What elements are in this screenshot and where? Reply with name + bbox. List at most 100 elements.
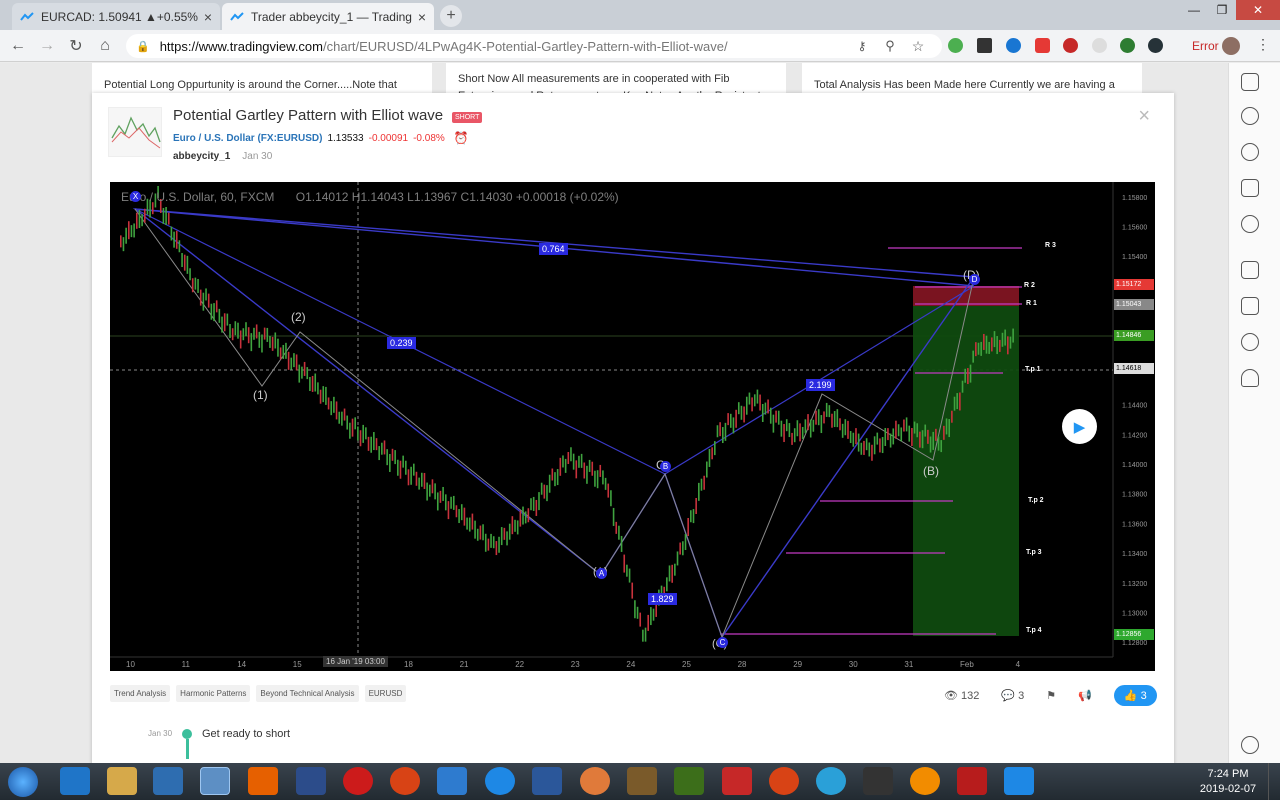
clock[interactable]: 7:24 PM 2019-02-07 <box>1188 767 1268 797</box>
address-bar[interactable]: 🔒 https://www.tradingview.com/chart/EURU… <box>126 34 942 58</box>
candle <box>402 455 404 468</box>
app-icon[interactable] <box>627 767 657 795</box>
show-desktop-button[interactable] <box>1268 763 1280 800</box>
opera-icon[interactable] <box>343 767 373 795</box>
extension-icon[interactable] <box>948 38 963 53</box>
chart-area[interactable]: 1.15800 1.15600 1.15400 1.14400 1.14200 1.140… <box>110 182 1155 671</box>
candle <box>799 423 801 442</box>
tab-close-icon[interactable]: × <box>418 9 426 25</box>
tab-eurcad[interactable]: EURCAD: 1.50941 ▲+0.55% — Un × <box>12 3 220 30</box>
idea-thumbnail[interactable] <box>108 107 162 157</box>
candle <box>743 406 745 423</box>
share-icon[interactable]: 📢 <box>1078 689 1092 702</box>
tag-item[interactable]: Trend Analysis <box>110 685 171 702</box>
app-icon[interactable] <box>296 767 326 795</box>
price-label: 1.12856 <box>1114 629 1154 640</box>
candle <box>764 402 767 415</box>
firefox-icon[interactable] <box>248 767 278 795</box>
profile-error-button[interactable]: Error <box>1186 35 1225 57</box>
candle <box>229 324 231 339</box>
tab-close-icon[interactable]: × <box>204 9 212 25</box>
app-icon[interactable] <box>910 767 940 795</box>
symbol-line: Euro / U.S. Dollar (FX:EURUSD) 1.13533 -… <box>173 131 469 145</box>
eraser-extension-icon[interactable] <box>977 38 992 53</box>
internet-explorer-icon[interactable] <box>60 767 90 795</box>
tag-item[interactable]: EURUSD <box>364 685 407 702</box>
close-icon[interactable]: × <box>1138 105 1150 128</box>
candle <box>903 419 905 432</box>
flag-icon[interactable]: ⚑ <box>1046 689 1056 702</box>
candle <box>967 368 969 385</box>
zoom-icon[interactable]: ⚲ <box>880 36 900 56</box>
avatar[interactable] <box>1222 37 1240 55</box>
start-button[interactable] <box>8 767 38 797</box>
candle <box>519 510 522 527</box>
extension-icon[interactable] <box>1148 38 1163 53</box>
chrome-icon[interactable] <box>200 767 230 795</box>
watchlist-icon[interactable] <box>1241 73 1259 91</box>
app-icon[interactable] <box>390 767 420 795</box>
app-icon[interactable] <box>722 767 752 795</box>
like-button[interactable]: 👍 3 <box>1113 685 1157 706</box>
alarm-icon[interactable]: ⏰ <box>454 131 469 145</box>
extension-icon[interactable] <box>1120 38 1135 53</box>
candle <box>237 322 239 339</box>
app-icon[interactable] <box>437 767 467 795</box>
home-icon[interactable]: ⌂ <box>95 36 115 56</box>
candle <box>636 606 639 619</box>
extension-icon[interactable] <box>1006 38 1021 53</box>
app-icon[interactable] <box>485 767 515 795</box>
maximize-button[interactable]: ❐ <box>1208 0 1236 20</box>
media-player-icon[interactable] <box>153 767 183 795</box>
app-icon[interactable] <box>580 767 610 795</box>
hotlist-icon[interactable] <box>1241 143 1259 161</box>
messenger-icon[interactable] <box>1004 767 1034 795</box>
bookmark-star-icon[interactable]: ☆ <box>908 36 928 56</box>
forward-icon[interactable]: → <box>37 36 57 56</box>
candle <box>921 430 924 449</box>
play-icon[interactable]: ▶ <box>1062 409 1097 444</box>
app-icon[interactable] <box>769 767 799 795</box>
telegram-icon[interactable] <box>816 767 846 795</box>
streams-icon[interactable] <box>1241 333 1259 351</box>
author-link[interactable]: abbeycity_1 <box>173 151 230 162</box>
candle <box>804 419 807 434</box>
symbol-link[interactable]: Euro / U.S. Dollar (FX:EURUSD) <box>173 133 322 144</box>
candle <box>892 428 895 445</box>
candle <box>756 389 759 404</box>
ideas-bulb-icon[interactable] <box>1241 215 1259 233</box>
candle <box>186 255 189 274</box>
comments-stat[interactable]: 💬 3 <box>1001 689 1024 702</box>
close-window-button[interactable]: ✕ <box>1236 0 1280 20</box>
extension-icon[interactable] <box>1063 38 1078 53</box>
reload-icon[interactable]: ↻ <box>66 36 86 56</box>
calendar-icon[interactable] <box>1241 179 1259 197</box>
notifications-bell-icon[interactable] <box>1241 369 1259 387</box>
candle <box>772 414 775 433</box>
word-icon[interactable] <box>532 767 562 795</box>
candle <box>684 533 687 550</box>
key-icon[interactable]: ⚷ <box>852 36 872 56</box>
candle <box>191 278 194 293</box>
messages-icon[interactable] <box>1241 297 1259 315</box>
candle <box>1001 332 1004 347</box>
extension-icon[interactable] <box>1092 38 1107 53</box>
help-icon[interactable] <box>1241 736 1259 754</box>
extension-icon[interactable] <box>1035 38 1050 53</box>
chat-icon[interactable] <box>1241 261 1259 279</box>
alarm-clock-icon[interactable] <box>1241 107 1259 125</box>
app-icon[interactable] <box>674 767 704 795</box>
forex-app-icon[interactable] <box>863 767 893 795</box>
file-explorer-icon[interactable] <box>107 767 137 795</box>
menu-icon[interactable]: ⋮ <box>1256 36 1270 53</box>
candle <box>298 364 301 383</box>
new-tab-button[interactable]: + <box>440 5 462 27</box>
minimize-button[interactable]: — <box>1180 0 1208 20</box>
level-label-r3: R 3 <box>1045 242 1056 249</box>
time-tick-label: 29 <box>793 660 802 669</box>
tag-item[interactable]: Beyond Technical Analysis <box>256 685 359 702</box>
pdf-reader-icon[interactable] <box>957 767 987 795</box>
tag-item[interactable]: Harmonic Patterns <box>176 685 251 702</box>
back-icon[interactable]: ← <box>8 36 28 56</box>
tab-trader-idea[interactable]: Trader abbeycity_1 — Trading Ide × <box>222 3 434 30</box>
